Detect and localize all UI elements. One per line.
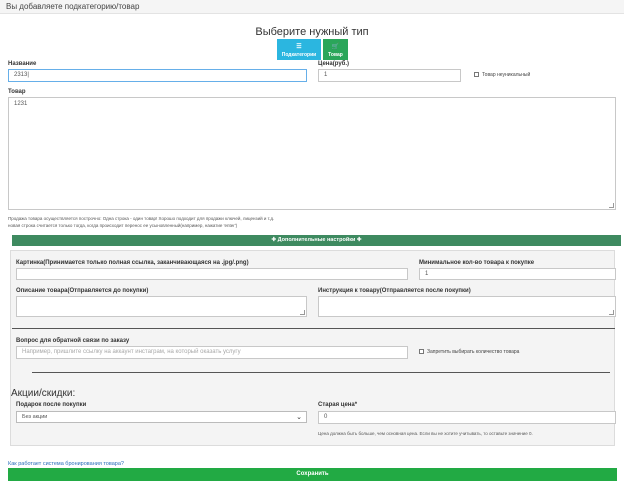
instruction-textarea[interactable] (318, 296, 616, 317)
chevron-down-icon: ⌄ (296, 414, 302, 421)
gift-label: Подарок после покупки (16, 402, 87, 408)
advanced-settings-toggle[interactable]: ✚ Дополнительные настройки ✚ (12, 235, 621, 246)
subcategory-type-button[interactable]: ☰ Подкатегории (277, 39, 321, 60)
min-quantity-input[interactable]: 1 (419, 268, 616, 280)
feedback-question-placeholder: Например, пришлите ссылку на аккаунт инс… (22, 349, 241, 355)
image-url-input[interactable] (16, 268, 408, 280)
gift-select[interactable]: Без акции ⌄ (16, 411, 307, 423)
feedback-question-label: Вопрос для обратной связи по заказу (16, 338, 130, 344)
type-select-title: Выберите нужный тип (255, 26, 369, 38)
price-input[interactable]: 1 (318, 69, 461, 82)
feedback-question-input[interactable]: Например, пришлите ссылку на аккаунт инс… (16, 346, 408, 359)
price-label: Цена(руб.) (318, 61, 350, 67)
page-title: Вы добавляете подкатегорию/товар (6, 2, 140, 11)
description-label: Описание товара(Отправляется до покупки) (16, 288, 149, 294)
instruction-label: Инструкция к товару(Отправляется после п… (318, 288, 471, 294)
name-label: Название (8, 61, 37, 67)
product-content-label: Товар (8, 89, 26, 95)
min-quantity-label: Минимальное кол-во товара к покупке (419, 260, 535, 266)
save-button[interactable]: Сохранить (8, 468, 617, 481)
old-price-label: Старая цена* (318, 402, 357, 408)
old-price-hint: Цена должна быть больше, чем основная це… (318, 431, 533, 436)
description-textarea[interactable] (16, 296, 307, 317)
product-content-textarea[interactable]: 1231 (8, 97, 616, 210)
gift-select-value: Без акции (22, 414, 48, 420)
forbid-quantity-checkbox[interactable] (419, 349, 424, 354)
name-input[interactable]: 2313| (8, 69, 307, 82)
list-icon: ☰ (296, 44, 302, 51)
cart-icon: 🛒 (331, 44, 340, 51)
image-url-label: Картинка(Принимается только полная ссылк… (16, 260, 249, 266)
product-type-button[interactable]: 🛒 Товар (323, 39, 348, 60)
product-type-label: Товар (328, 51, 343, 58)
product-content-text: 1231 (14, 101, 28, 107)
help-note-line2: новая строка считается только тогда, ког… (8, 223, 238, 228)
panel-divider (32, 372, 610, 373)
old-price-label-text: Старая цена* (318, 402, 358, 408)
page-header: Вы добавляете подкатегорию/товар (0, 0, 624, 14)
help-note-line1: Продажа товара осуществляется построчно:… (8, 216, 275, 221)
panel-divider (12, 328, 615, 329)
booking-info-link[interactable]: Как работает система бронирования товара… (8, 461, 124, 467)
infinite-product-checkbox[interactable] (474, 72, 479, 77)
infinite-product-label: Товар неуникальный (482, 72, 531, 78)
old-price-input[interactable]: 0 (318, 411, 616, 424)
forbid-quantity-label: Запретить выбирать количество товара (427, 349, 520, 355)
subcategory-type-label: Подкатегории (281, 51, 317, 58)
promo-section-title: Акции/скидки: (11, 388, 76, 399)
